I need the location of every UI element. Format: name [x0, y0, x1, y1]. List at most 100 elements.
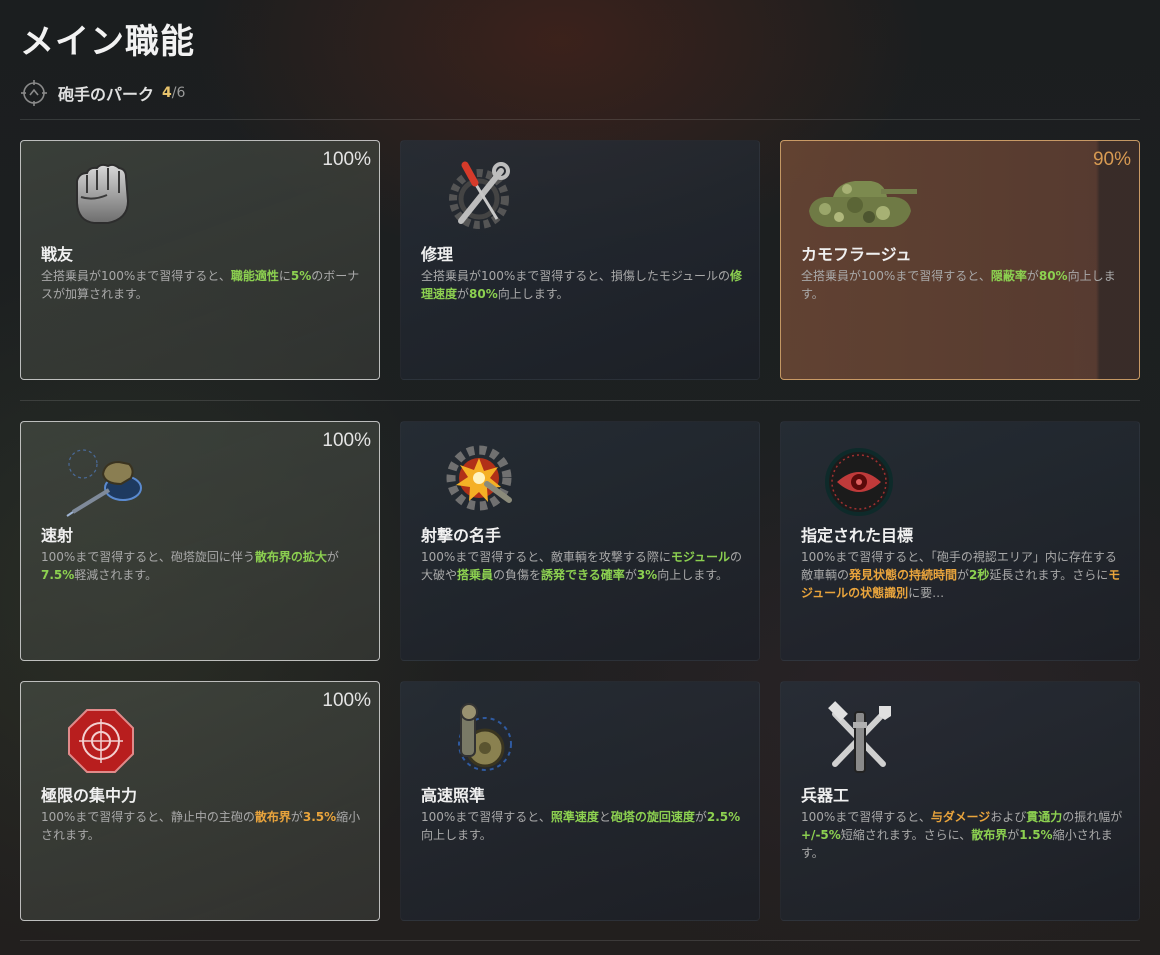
- description-text: が: [457, 287, 470, 301]
- camo-tank-icon: [809, 181, 917, 227]
- highlighted-value: 3.5%: [302, 810, 337, 824]
- description-text: が: [1026, 269, 1039, 283]
- highlighted-value: 2秒: [969, 568, 990, 582]
- description-text: に要…: [908, 586, 945, 600]
- perk-card-sharpshooter[interactable]: 射撃の名手 100%まで習得すると、敵車輌を攻撃する際にモジュールの大破や搭乗員…: [400, 421, 760, 661]
- perk-description: 100%まで習得すると、「砲手の視認エリア」内に存在する敵車輌の発見状態の持続時…: [801, 548, 1123, 602]
- divider: [20, 119, 1140, 120]
- highlighted-value: 与ダメージ: [930, 810, 991, 824]
- perk-section-header: 砲手のパーク 4/6: [20, 78, 185, 108]
- target-octagon-icon: [68, 709, 134, 773]
- highlighted-value: 80%: [1038, 269, 1068, 283]
- perk-title: 高速照準: [421, 786, 486, 805]
- description-text: が: [1007, 828, 1020, 842]
- highlighted-value: 散布界の拡大: [254, 550, 327, 564]
- explosion-gear-icon: [446, 445, 512, 511]
- highlighted-value: 80%: [469, 287, 498, 301]
- perk-title: 兵器工: [801, 786, 850, 805]
- repair-tools-icon: [449, 161, 510, 229]
- perk-title: 極限の集中力: [41, 786, 138, 805]
- highlighted-value: 散布界: [254, 810, 291, 824]
- highlighted-value: 職能適性: [230, 269, 279, 283]
- description-text: 向上します。: [421, 828, 492, 842]
- perk-title: 速射: [41, 526, 74, 545]
- description-text: 短縮されます。さらに、: [840, 828, 972, 842]
- divider: [20, 940, 1140, 941]
- perk-card-quick-aiming-turret[interactable]: 100% 速射 100%まで習得すると、砲塔旋回に伴う散布界の拡大が 7.5%軽減…: [20, 421, 380, 661]
- red-eye-icon: [825, 448, 893, 516]
- description-text: の振れ幅が: [1062, 810, 1123, 824]
- perk-title: 指定された目標: [801, 526, 914, 545]
- perk-card-armorer[interactable]: 兵器工 100%まで習得すると、与ダメージおよび貫通力の振れ幅が +/-5%短縮さ…: [780, 681, 1140, 921]
- description-text: および: [990, 810, 1027, 824]
- perk-percent: 100%: [322, 149, 371, 170]
- highlighted-value: 発見状態の持続時間: [849, 568, 958, 582]
- perk-description: 全搭乗員が100%まで習得すると、隠蔽率が80%向上します。: [801, 267, 1123, 303]
- highlighted-value: 砲塔の旋回速度: [610, 810, 695, 824]
- description-text: 100%まで習得すると、敵車輌を攻撃する際に: [421, 550, 671, 564]
- highlighted-value: 3%: [636, 568, 658, 582]
- highlighted-value: 1.5%: [1019, 828, 1053, 842]
- highlighted-value: 隠蔽率: [990, 269, 1027, 283]
- perk-card-camouflage[interactable]: 90% カモフラージュ 全搭乗員が100%まで習得すると、隠蔽率が80%向上しま…: [780, 140, 1140, 380]
- highlighted-value: 搭乗員: [457, 568, 494, 582]
- description-text: 向上します。: [657, 568, 729, 582]
- perk-description: 100%まで習得すると、砲塔旋回に伴う散布界の拡大が 7.5%軽減されます。: [41, 548, 363, 584]
- perk-card-designated-target[interactable]: 指定された目標 100%まで習得すると、「砲手の視認エリア」内に存在する敵車輌の…: [780, 421, 1140, 661]
- highlighted-value: 貫通力: [1026, 810, 1063, 824]
- fist-icon: [76, 163, 130, 224]
- highlighted-value: 照準速度: [550, 810, 599, 824]
- perk-percent: 100%: [322, 690, 371, 711]
- perk-description: 全搭乗員が100%まで習得すると、損傷したモジュールの修理速度が80%向上します…: [421, 267, 743, 303]
- ordnance-tools-icon: [828, 701, 891, 773]
- description-text: 100%まで習得すると、: [421, 810, 551, 824]
- description-text: 100%まで習得すると、静止中の主砲の: [41, 810, 255, 824]
- perk-description: 100%まで習得すると、静止中の主砲の散布界が3.5%縮小されます。: [41, 808, 363, 844]
- perk-card-comrade[interactable]: 100% 戦友 全搭乗員が100%まで習得すると、職能適性に5%のボーナスが加算…: [20, 140, 380, 380]
- description-text: が: [326, 550, 339, 564]
- perk-percent: 90%: [1092, 149, 1131, 170]
- perk-percent: 100%: [322, 430, 371, 451]
- turret-rotation-icon: [66, 449, 142, 517]
- description-text: 全搭乗員が100%まで習得すると、: [41, 269, 231, 283]
- description-text: 延長されます。さらに: [989, 568, 1109, 582]
- description-text: 100%まで習得すると、: [801, 810, 931, 824]
- divider: [20, 400, 1140, 401]
- highlighted-value: 誘発できる確率: [541, 568, 625, 582]
- highlighted-value: 散布界: [971, 828, 1008, 842]
- highlighted-value: 2.5%: [706, 810, 741, 824]
- crosshair-icon: [21, 80, 47, 106]
- perk-description: 100%まで習得すると、与ダメージおよび貫通力の振れ幅が +/-5%短縮されます。…: [801, 808, 1123, 862]
- description-text: に: [278, 269, 291, 283]
- perk-card-repair[interactable]: 修理 全搭乗員が100%まで習得すると、損傷したモジュールの修理速度が80%向上…: [400, 140, 760, 380]
- description-text: が: [957, 568, 970, 582]
- perk-title: カモフラージュ: [801, 245, 912, 264]
- section-label: 砲手のパーク: [58, 85, 155, 104]
- highlighted-value: 5%: [290, 269, 312, 283]
- perk-title: 修理: [421, 245, 454, 264]
- description-text: の負傷を: [493, 568, 542, 582]
- perk-card-snap-shot[interactable]: 高速照準 100%まで習得すると、照準速度と砲塔の旋回速度が2.5% 向上します。: [400, 681, 760, 921]
- perk-description: 100%まで習得すると、照準速度と砲塔の旋回速度が2.5% 向上します。: [421, 808, 743, 844]
- description-text: 軽減されます。: [74, 568, 158, 582]
- description-text: 全搭乗員が100%まで習得すると、損傷したモジュールの: [421, 269, 730, 283]
- description-text: と: [598, 810, 611, 824]
- perk-description: 100%まで習得すると、敵車輌を攻撃する際にモジュールの大破や搭乗員の負傷を誘発…: [421, 548, 743, 584]
- highlighted-value: モジュール: [670, 550, 731, 564]
- perk-description: 全搭乗員が100%まで習得すると、職能適性に5%のボーナスが加算されます。: [41, 267, 363, 303]
- highlighted-value: +/-5%: [801, 828, 841, 842]
- description-text: が: [694, 810, 707, 824]
- description-text: 100%まで習得すると、砲塔旋回に伴う: [41, 550, 255, 564]
- description-text: 全搭乗員が100%まで習得すると、: [801, 269, 991, 283]
- description-text: が: [290, 810, 303, 824]
- page-title: メイン職能: [20, 22, 195, 62]
- perk-count-current: 4: [162, 85, 172, 101]
- perk-title: 戦友: [41, 245, 74, 264]
- perk-count-total: 6: [176, 85, 186, 101]
- perk-card-deadeye[interactable]: 100% 極限の集中力 100%まで習得すると、静止中の主砲の散布界が3.5%縮…: [20, 681, 380, 921]
- perk-title: 射撃の名手: [421, 526, 502, 545]
- highlighted-value: 7.5%: [41, 568, 75, 582]
- traverse-gear-icon: [458, 703, 512, 771]
- description-text: 向上します。: [497, 287, 569, 301]
- description-text: が: [624, 568, 637, 582]
